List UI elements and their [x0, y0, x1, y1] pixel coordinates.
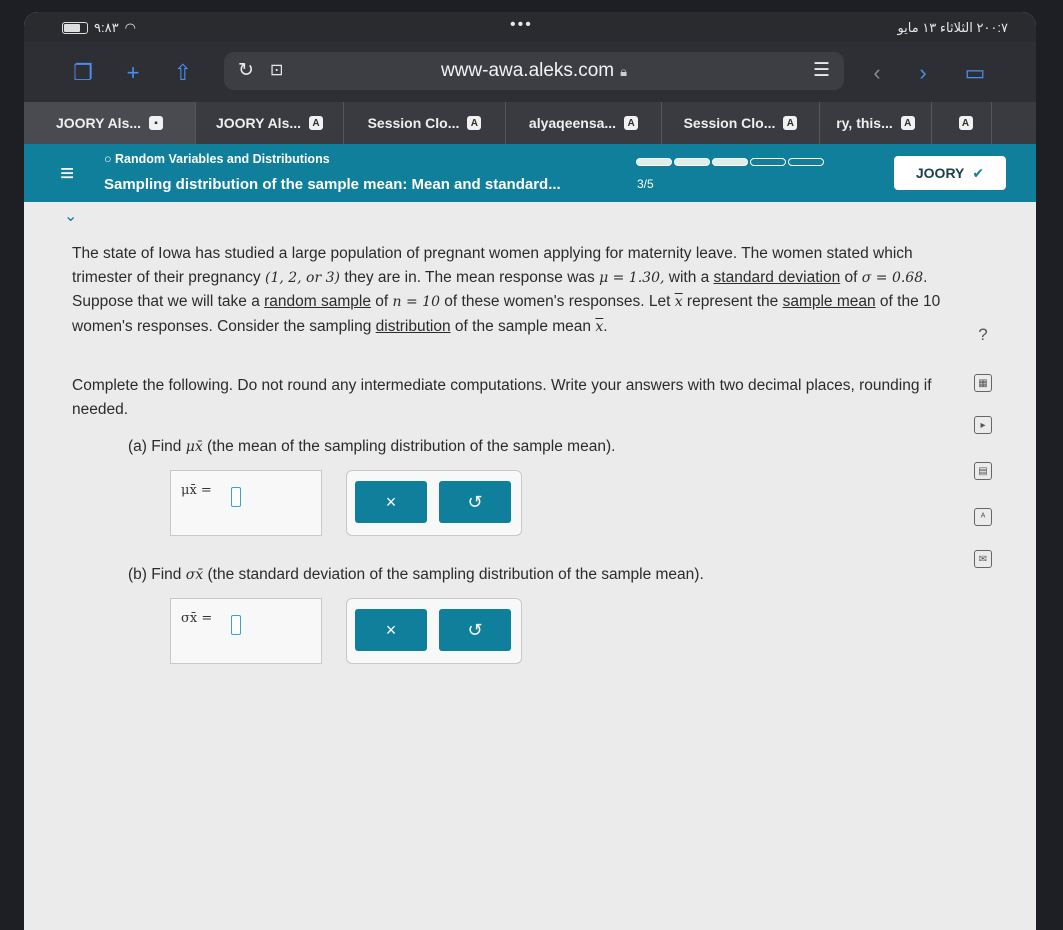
part-b-actions: × ↺	[346, 598, 522, 664]
tab-favicon-icon: A	[958, 116, 973, 130]
chevron-down-icon[interactable]: ⌄	[64, 206, 77, 226]
topic-title: Sampling distribution of the sample mean…	[104, 176, 561, 193]
tab-favicon-icon: A	[900, 116, 915, 130]
tab-bar: JOORY Als... ▪ JOORY Als... A Session Cl…	[24, 102, 1036, 144]
part-a-prompt: (a) Find μx̄ (the mean of the sampling d…	[128, 438, 616, 455]
instructions: Complete the following. Do not round any…	[72, 377, 932, 418]
tabs-overview-icon[interactable]: ❐	[68, 58, 98, 88]
tab-favicon-icon: A	[624, 116, 639, 130]
tab-label: JOORY Als...	[55, 115, 142, 131]
part-b-prompt: (b) Find σx̄ (the standard deviation of …	[128, 566, 704, 583]
tab-favicon-icon: ▪	[149, 116, 164, 130]
calendar-icon[interactable]: ▤	[974, 462, 992, 480]
sidebar-icon[interactable]: ▭	[960, 58, 990, 88]
message-icon[interactable]: ✉	[974, 550, 992, 568]
mu-xbar-symbol: μx̄	[185, 439, 203, 455]
wifi-icon: ◠	[124, 20, 136, 35]
status-bar: ٩:٨٣ ◠ ••• ٢٠٠:٧ الثلاثاء ١٣ مايو	[24, 12, 1036, 42]
clear-button[interactable]: ×	[355, 609, 427, 651]
link-distribution[interactable]: distribution	[376, 318, 451, 335]
link-sample-mean[interactable]: sample mean	[783, 293, 876, 310]
link-random-sample[interactable]: random sample	[264, 293, 371, 310]
undo-button[interactable]: ↺	[439, 481, 511, 523]
reload-icon[interactable]: ↻	[238, 52, 254, 90]
progress-bar	[636, 158, 824, 166]
menu-icon[interactable]: ≡	[60, 160, 74, 188]
user-menu-button[interactable]: JOORY ✔	[894, 156, 1006, 190]
status-date: ٢٠٠:٧ الثلاثاء ١٣ مايو	[897, 20, 1008, 35]
tab-alyaqeensa[interactable]: alyaqeensa... A	[506, 102, 662, 144]
tab-ry-this[interactable]: ry, this... A	[820, 102, 932, 144]
status-left: ٩:٨٣ ◠	[62, 20, 136, 36]
help-icon[interactable]: ?	[974, 326, 992, 344]
link-standard-deviation[interactable]: standard deviation	[714, 269, 841, 286]
problem-statement: The state of Iowa has studied a large po…	[72, 245, 941, 335]
tab-label: alyaqeensa...	[528, 115, 617, 131]
sigma-xbar-label: σx̄ =	[181, 611, 213, 626]
address-bar[interactable]: ↻ ⊡ www-awa.aleks.com 🔒︎ ☰	[224, 52, 844, 90]
lock-icon: 🔒︎	[620, 64, 628, 79]
video-icon[interactable]: ▸	[974, 416, 992, 434]
undo-button[interactable]: ↺	[439, 609, 511, 651]
clear-button[interactable]: ×	[355, 481, 427, 523]
status-time: ٩:٨٣	[94, 20, 119, 35]
bookmark-icon[interactable]: ☰	[813, 52, 830, 90]
progress-segment	[750, 158, 786, 166]
browser-toolbar: ❐ + ⇧ ↻ ⊡ www-awa.aleks.com 🔒︎ ☰ ‹ › ▭	[24, 42, 1036, 102]
progress-label: 3/5	[637, 177, 654, 191]
topic-category: ○ Random Variables and Distributions	[104, 152, 330, 166]
part-a-input[interactable]	[231, 487, 241, 507]
multitask-dots-icon[interactable]: •••	[510, 16, 533, 34]
tab-label: Session Clo...	[683, 115, 776, 131]
progress-segment	[674, 158, 710, 166]
tab-label: JOORY Als...	[215, 115, 302, 131]
share-icon[interactable]: ⇧	[168, 58, 198, 88]
tab-favicon-icon: A	[309, 116, 324, 130]
textbook-icon[interactable]: ᴬ	[974, 508, 992, 526]
forward-icon[interactable]: ›	[908, 58, 938, 88]
user-name: JOORY	[915, 165, 965, 181]
sigma-xbar-symbol: σx̄	[185, 567, 204, 583]
tab-label: Session Clo...	[367, 115, 460, 131]
tab-session-2[interactable]: Session Clo... A	[662, 102, 820, 144]
chevron-down-icon: ✔	[972, 164, 985, 181]
part-b-input[interactable]	[231, 615, 241, 635]
battery-icon	[62, 22, 88, 34]
progress-segment	[636, 158, 672, 166]
problem-area: ⌄ The state of Iowa has studied a large …	[24, 202, 1036, 930]
part-b-answer-box: σx̄ =	[170, 598, 322, 664]
back-icon[interactable]: ‹	[862, 58, 892, 88]
tab-label: ry, this...	[836, 115, 893, 131]
new-tab-icon[interactable]: +	[118, 58, 148, 88]
tab-joory-2[interactable]: JOORY Als... A	[196, 102, 344, 144]
tab-extra[interactable]: A	[932, 102, 992, 144]
device-screen: ٩:٨٣ ◠ ••• ٢٠٠:٧ الثلاثاء ١٣ مايو ❐ + ⇧ …	[24, 12, 1036, 930]
aleks-header: ≡ ○ Random Variables and Distributions S…	[24, 144, 1036, 202]
circle-icon: ○	[104, 152, 116, 166]
tab-favicon-icon: A	[467, 116, 482, 130]
mu-xbar-label: μx̄ =	[181, 483, 212, 498]
progress-segment	[788, 158, 824, 166]
part-a-actions: × ↺	[346, 470, 522, 536]
part-a-answer-box: μx̄ =	[170, 470, 322, 536]
progress-segment	[712, 158, 748, 166]
tab-joory-1[interactable]: JOORY Als... ▪	[24, 102, 196, 144]
tab-favicon-icon: A	[783, 116, 798, 130]
calculator-icon[interactable]: ▦	[974, 374, 992, 392]
tab-session-1[interactable]: Session Clo... A	[344, 102, 506, 144]
url-text: www-awa.aleks.com	[440, 60, 615, 81]
reader-icon[interactable]: ⊡	[270, 52, 283, 90]
